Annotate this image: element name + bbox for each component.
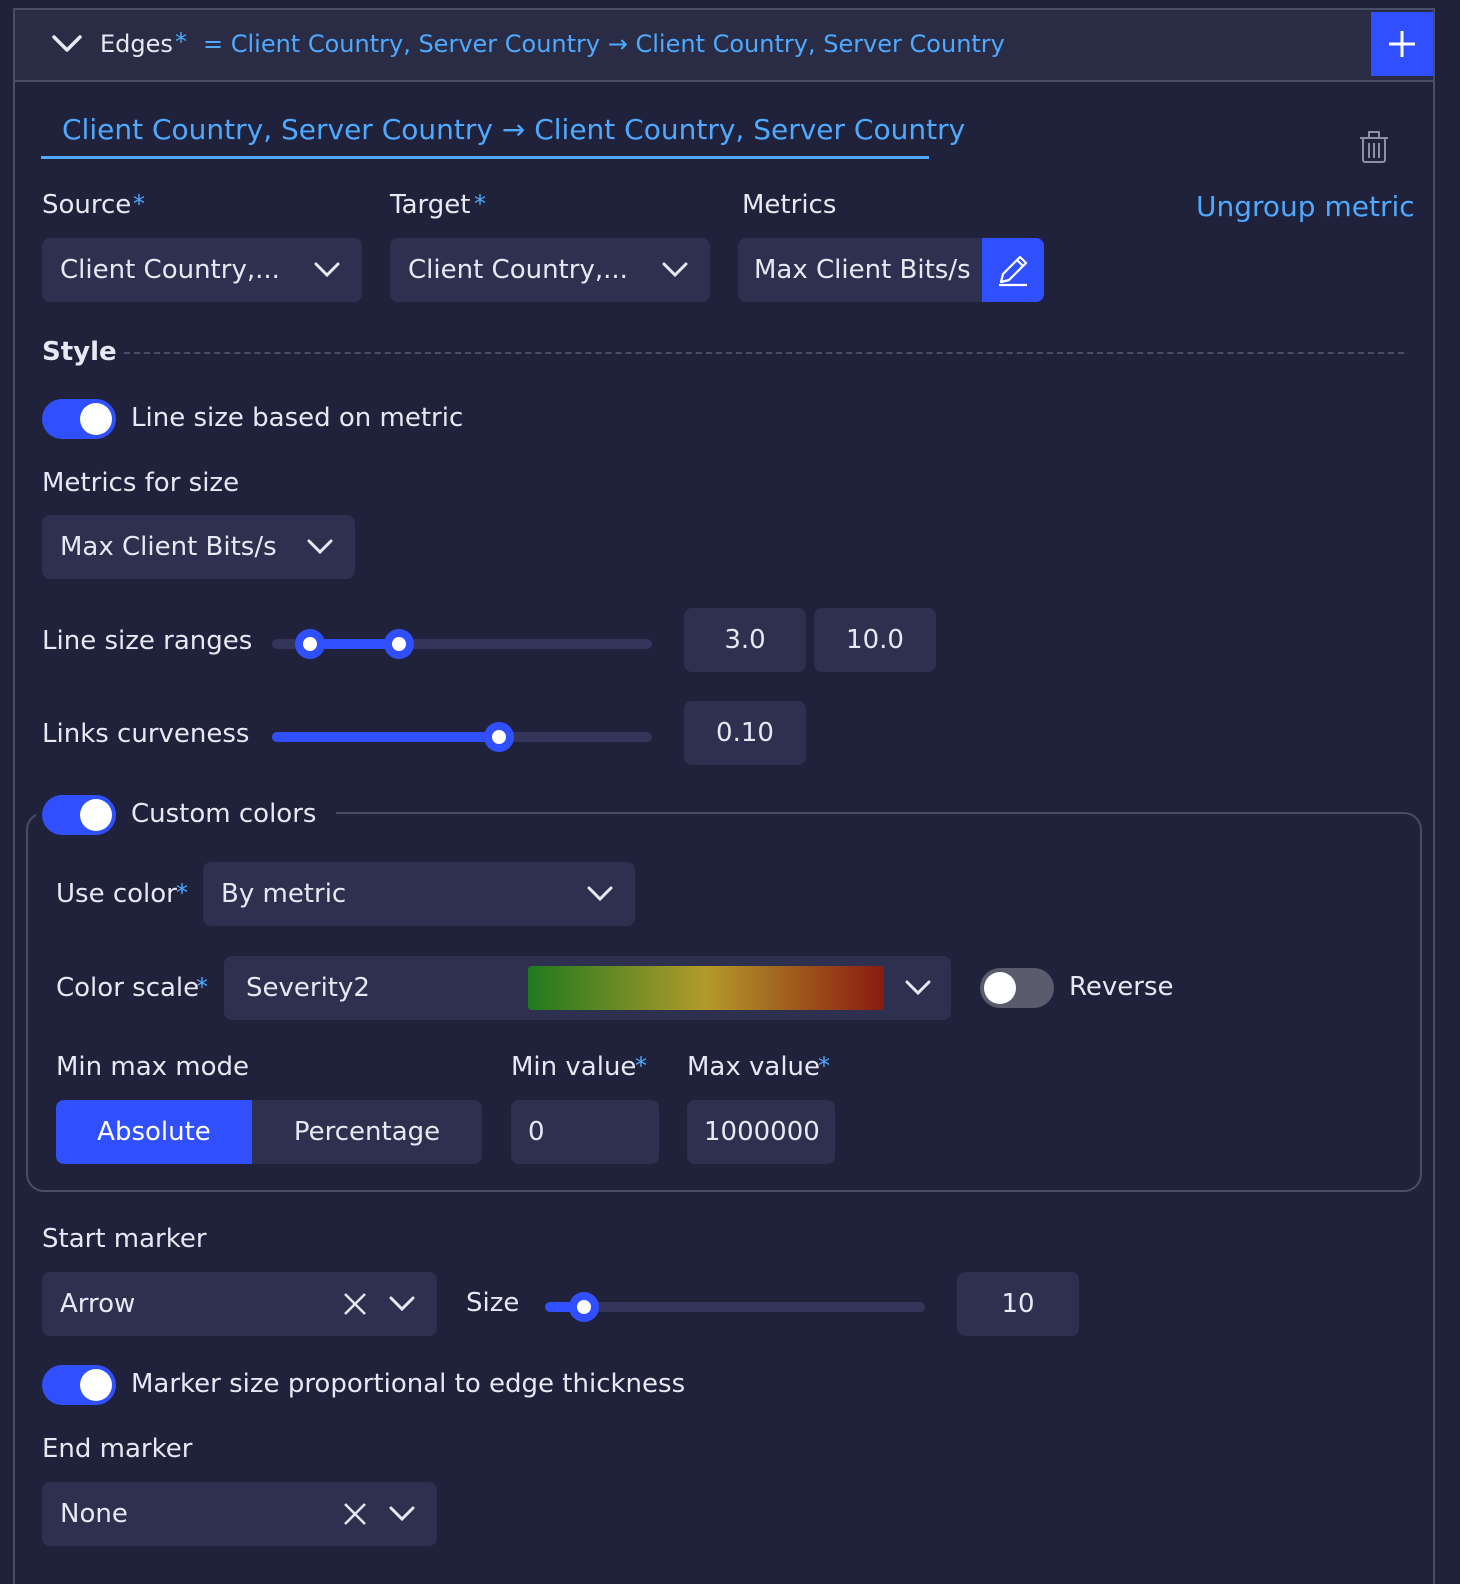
chevron-down-icon <box>587 886 613 902</box>
line-size-ranges-label: Line size ranges <box>42 626 253 656</box>
reverse-label: Reverse <box>1069 972 1174 1002</box>
chevron-down-icon[interactable] <box>52 34 82 54</box>
required-mark: * <box>818 1052 830 1080</box>
source-label: Source <box>42 190 132 220</box>
edges-title: Edges <box>100 30 173 58</box>
tab-edge-group[interactable]: Client Country, Server Country → Client … <box>62 113 965 146</box>
required-mark: * <box>196 973 208 1001</box>
color-scale-preview <box>528 966 884 1010</box>
line-size-toggle-label: Line size based on metric <box>131 403 464 433</box>
marker-size-label: Size <box>466 1288 520 1318</box>
metrics-for-size-label: Metrics for size <box>42 468 240 498</box>
tab-underline <box>41 156 929 159</box>
line-size-toggle[interactable] <box>42 399 116 439</box>
required-mark: * <box>474 190 486 218</box>
end-marker-label: End marker <box>42 1434 193 1464</box>
reverse-toggle[interactable] <box>980 968 1054 1008</box>
min-max-mode-group: Absolute Percentage <box>56 1100 482 1164</box>
add-edge-button[interactable] <box>1371 12 1433 76</box>
metrics-label: Metrics <box>742 190 837 220</box>
chevron-down-icon <box>314 262 340 278</box>
use-color-select[interactable]: By metric <box>203 862 635 926</box>
line-size-min-handle[interactable] <box>295 629 325 659</box>
clear-icon[interactable] <box>343 1502 367 1526</box>
custom-colors-toggle[interactable] <box>42 795 116 835</box>
target-value: Client Country,... <box>408 255 628 285</box>
curveness-fill <box>272 732 500 742</box>
curveness-input[interactable]: 0.10 <box>684 701 806 765</box>
marker-size-track[interactable] <box>545 1302 925 1312</box>
required-mark: * <box>175 28 187 56</box>
source-select[interactable]: Client Country,... <box>42 238 362 302</box>
custom-colors-label: Custom colors <box>131 799 317 829</box>
source-value: Client Country,... <box>60 255 280 285</box>
chevron-down-icon <box>905 980 931 996</box>
max-value: 1000000 <box>704 1117 820 1147</box>
min-max-mode-label: Min max mode <box>56 1052 250 1082</box>
end-marker-value: None <box>60 1499 128 1529</box>
max-value-input[interactable]: 1000000 <box>687 1100 835 1164</box>
line-size-max-handle[interactable] <box>384 629 414 659</box>
required-mark: * <box>133 190 145 218</box>
start-marker-select[interactable]: Arrow <box>42 1272 437 1336</box>
chevron-down-icon <box>662 262 688 278</box>
edit-metrics-button[interactable] <box>982 238 1044 302</box>
color-scale-value: Severity2 <box>246 973 370 1003</box>
curveness-handle[interactable] <box>484 722 514 752</box>
use-color-value: By metric <box>221 879 347 909</box>
target-select[interactable]: Client Country,... <box>390 238 710 302</box>
line-size-min-input[interactable]: 3.0 <box>684 608 806 672</box>
chevron-down-icon <box>307 539 333 555</box>
metrics-for-size-value: Max Client Bits/s <box>60 532 277 562</box>
clear-icon[interactable] <box>343 1292 367 1316</box>
plus-icon <box>1389 31 1415 57</box>
color-scale-label: Color scale <box>56 973 200 1003</box>
target-label: Target <box>390 190 471 220</box>
max-value-label: Max value <box>687 1052 821 1082</box>
metrics-for-size-select[interactable]: Max Client Bits/s <box>42 515 355 579</box>
min-value: 0 <box>528 1117 545 1147</box>
style-heading: Style <box>42 337 117 367</box>
marker-proportional-toggle[interactable] <box>42 1365 116 1405</box>
min-value-label: Min value <box>511 1052 637 1082</box>
links-curveness-label: Links curveness <box>42 719 250 749</box>
edges-summary: = Client Country, Server Country → Clien… <box>203 30 1005 58</box>
marker-proportional-label: Marker size proportional to edge thickne… <box>131 1369 686 1399</box>
metrics-value: Max Client Bits/s <box>754 255 971 285</box>
edges-header[interactable]: Edges * = Client Country, Server Country… <box>15 10 1433 82</box>
chevron-down-icon <box>389 1506 415 1522</box>
metrics-field[interactable]: Max Client Bits/s <box>738 238 1044 302</box>
chevron-down-icon <box>389 1296 415 1312</box>
required-mark: * <box>176 879 188 907</box>
use-color-label: Use color <box>56 879 177 909</box>
mode-absolute-button[interactable]: Absolute <box>56 1100 252 1164</box>
end-marker-select[interactable]: None <box>42 1482 437 1546</box>
required-mark: * <box>635 1052 647 1080</box>
color-scale-select[interactable]: Severity2 <box>224 956 951 1020</box>
start-marker-label: Start marker <box>42 1224 207 1254</box>
mode-percentage-button[interactable]: Percentage <box>252 1100 482 1164</box>
marker-size-input[interactable]: 10 <box>957 1272 1079 1336</box>
min-value-input[interactable]: 0 <box>511 1100 659 1164</box>
marker-size-handle[interactable] <box>569 1292 599 1322</box>
line-size-max-input[interactable]: 10.0 <box>814 608 936 672</box>
style-divider <box>124 352 1404 354</box>
trash-icon[interactable] <box>1358 130 1390 164</box>
ungroup-metric-link[interactable]: Ungroup metric <box>1196 190 1415 223</box>
start-marker-value: Arrow <box>60 1289 136 1319</box>
pencil-icon <box>999 255 1028 287</box>
